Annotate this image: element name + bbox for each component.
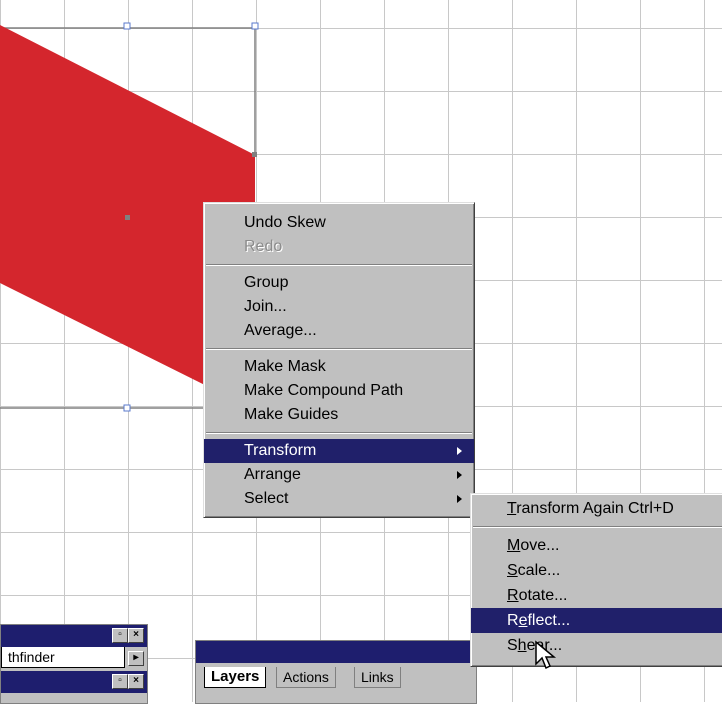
close-button[interactable]: × [128,628,144,643]
submenu-arrow-icon [457,495,462,503]
menu-item-label: Group [244,274,289,291]
submenu-arrow-icon [457,471,462,479]
menu-separator [206,264,472,266]
layers-palette-titlebar[interactable] [196,641,476,663]
menu-item-select[interactable]: Select [204,487,474,511]
menu-item-label: Join... [244,298,287,315]
menu-item-rotate[interactable]: Rotate... [471,583,722,608]
menu-item-label: Redo [244,238,283,255]
menu-item-make-compound-path[interactable]: Make Compound Path [204,379,474,403]
menu-item-redo: Redo [204,235,474,259]
menu-item-label: Arrange [244,466,301,483]
mnemonic-letter: R [507,587,519,604]
menu-separator [206,432,472,434]
menu-item-shortcut: Ctrl+D [628,500,674,517]
menu-item-label: Make Guides [244,406,339,423]
close-button[interactable]: × [128,674,144,689]
menu-item-move[interactable]: Move... [471,533,722,558]
menu-item-label: cale... [517,562,561,579]
bounding-box-handle [123,22,131,30]
menu-item-label: flect... [527,612,571,629]
transform-submenu: Transform Again Ctrl+D Move... Scale... … [470,493,722,667]
menu-item-label-prefix: R [507,612,519,629]
menu-item-shear[interactable]: Shear... [471,633,722,658]
menu-separator [206,348,472,350]
mnemonic-letter: S [507,562,518,579]
mnemonic-letter: M [507,537,521,554]
tab-links[interactable]: Links [354,667,401,688]
minimize-button[interactable]: ▫ [112,628,128,643]
tab-pathfinder[interactable]: thfinder [1,647,125,668]
menu-item-label: Average... [244,322,317,339]
bounding-box-handle [123,404,131,412]
anchor-point [252,152,257,157]
menu-item-arrange[interactable]: Arrange [204,463,474,487]
menu-item-average[interactable]: Average... [204,319,474,343]
menu-item-label: Select [244,490,289,507]
menu-item-make-guides[interactable]: Make Guides [204,403,474,427]
menu-item-label: Transform [244,442,317,459]
menu-item-transform[interactable]: Transform [204,439,474,463]
mouse-cursor-icon [535,640,557,670]
menu-item-make-mask[interactable]: Make Mask [204,355,474,379]
layers-palette: Layers Actions Links [195,640,477,704]
menu-item-group[interactable]: Group [204,271,474,295]
menu-item-label: ransform Again [516,500,624,517]
menu-item-label: Make Mask [244,358,326,375]
context-menu: Undo Skew Redo Group Join... Average... … [203,202,475,518]
menu-item-transform-again[interactable]: Transform Again Ctrl+D [471,496,722,521]
palette-menu-arrow[interactable]: ▸ [128,651,144,666]
minimize-button[interactable]: ▫ [112,674,128,689]
mnemonic-letter: T [507,500,517,517]
menu-separator [473,526,722,528]
menu-item-undo-skew[interactable]: Undo Skew [204,211,474,235]
pathfinder-palette: ▫ × thfinder ▸ ▫ × [0,624,148,704]
menu-item-label: ove... [520,537,560,554]
menu-item-label: Undo Skew [244,214,326,231]
tab-layers[interactable]: Layers [204,667,267,688]
submenu-arrow-icon [457,447,462,455]
bounding-box-handle [251,22,259,30]
menu-item-join[interactable]: Join... [204,295,474,319]
mnemonic-letter: h [517,637,527,654]
menu-item-label: Make Compound Path [244,382,404,399]
center-point-handle [125,215,130,220]
menu-item-label-prefix: S [507,637,518,654]
tab-actions[interactable]: Actions [276,667,336,688]
menu-item-scale[interactable]: Scale... [471,558,722,583]
menu-item-reflect[interactable]: Reflect... [471,608,722,633]
menu-item-label: otate... [518,587,568,604]
